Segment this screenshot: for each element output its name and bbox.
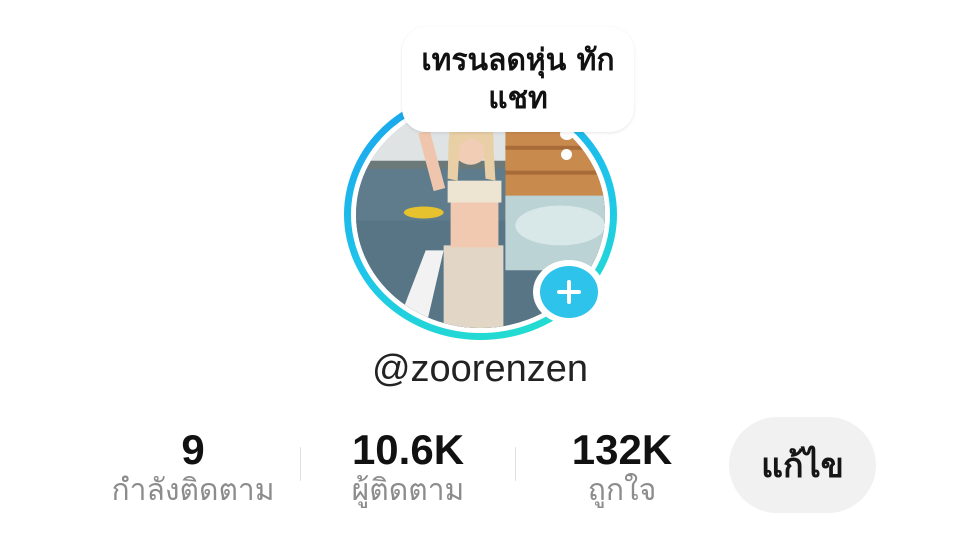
edit-profile-label: แก้ไข (761, 446, 844, 486)
edit-profile-button[interactable]: แก้ไข (729, 417, 876, 513)
status-bubble[interactable]: เทรนลดหุ่น ทักแชท (402, 27, 634, 132)
add-story-button[interactable] (533, 260, 605, 324)
following-label: กำลังติดตาม (111, 473, 275, 508)
add-badge-circle (540, 266, 598, 318)
stat-following[interactable]: 9 กำลังติดตาม (100, 426, 286, 508)
stats-divider (300, 447, 301, 481)
followers-label: ผู้ติดตาม (351, 473, 465, 508)
status-bubble-text: เทรนลดหุ่น ทักแชท (421, 42, 615, 116)
plus-icon (557, 280, 581, 304)
stats-divider (515, 447, 516, 481)
stat-followers[interactable]: 10.6K ผู้ติดตาม (322, 426, 494, 508)
bubble-tail-dot (561, 149, 572, 160)
followers-count: 10.6K (351, 426, 465, 473)
likes-count: 132K (571, 426, 673, 473)
username: @zoorenzen (371, 348, 589, 390)
likes-label: ถูกใจ (587, 473, 657, 508)
profile-header: เทรนลดหุ่น ทักแชท @zoorenzen 9 กำลังติดต… (0, 0, 960, 539)
stat-likes[interactable]: 132K ถูกใจ (540, 426, 704, 508)
following-count: 9 (181, 426, 205, 473)
